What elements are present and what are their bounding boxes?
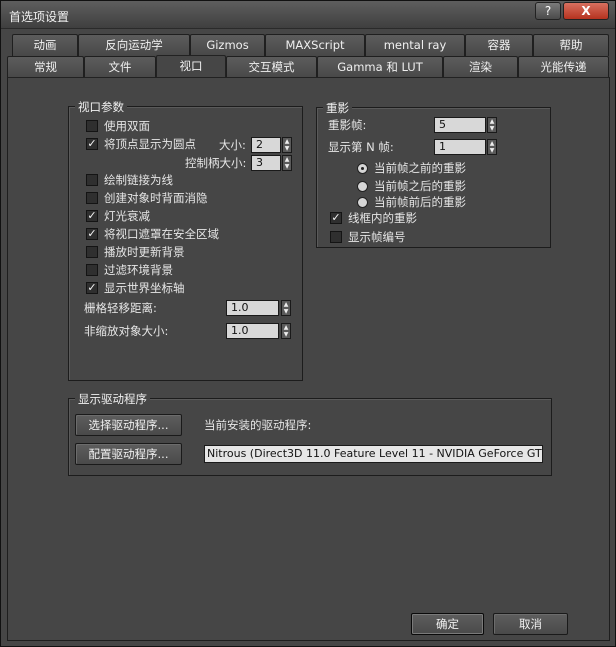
ghost-wireframe-checkbox[interactable]: ✓ [330,212,342,224]
size-input[interactable]: 2 [251,137,281,153]
configure-driver-button[interactable]: 配置驱动程序... [75,443,182,465]
grid-nudge-spinner-arrows[interactable]: ▲ ▼ [281,300,291,316]
ok-button[interactable]: 确定 [411,613,484,635]
nonscaling-size-spinner-arrows[interactable]: ▲ ▼ [281,323,291,339]
tab-animation[interactable]: 动画 [12,34,78,56]
current-driver-value: Nitrous (Direct3D 11.0 Feature Level 11 … [204,445,543,463]
draw-links-checkbox[interactable] [86,174,98,186]
mask-safe-region-checkbox[interactable]: ✓ [86,228,98,240]
grid-nudge-input[interactable]: 1.0 [226,300,279,316]
mask-safe-region-label: 将视口遮罩在安全区域 [104,227,219,241]
tab-viewports[interactable]: 视口 [156,55,226,79]
ghosting-title: 重影 [323,100,352,116]
display-world-axis-label: 显示世界坐标轴 [104,281,185,295]
window-title: 首选项设置 [9,10,70,24]
ghost-wireframe-label: 线框内的重影 [348,211,417,225]
display-driver-group: 显示驱动程序 选择驱动程序... 当前安装的驱动程序: 配置驱动程序... Ni… [68,391,552,476]
handle-size-label: 控制柄大小: [185,156,247,170]
use-dual-planes-label: 使用双面 [104,119,150,133]
attenuate-lights-label: 灯光衰减 [104,209,150,223]
grid-nudge-label: 栅格轻移距离: [84,301,157,315]
help-button[interactable]: ? [535,2,561,20]
radio-both-label: 当前帧前后的重影 [374,195,466,209]
draw-links-label: 绘制链接为线 [104,173,173,187]
radio-before-label: 当前帧之前的重影 [374,161,466,175]
radio-before[interactable] [357,163,368,174]
nonscaling-size-label: 非缩放对象大小: [84,324,169,338]
ghosting-group: 重影 重影帧: 5 ▲ ▼ 显示第 N 帧: 1 ▲ ▼ 当前帧之前的重影 当前帧之… [316,100,551,248]
nth-frame-label: 显示第 N 帧: [328,140,394,154]
tab-gizmos[interactable]: Gizmos [190,34,265,56]
tab-interaction-mode[interactable]: 交互模式 [226,56,317,78]
size-spinner-arrows[interactable]: ▲ ▼ [282,137,292,153]
filter-env-bg-checkbox[interactable] [86,264,98,276]
tab-maxscript[interactable]: MAXScript [265,34,365,56]
ghost-frames-spinner-arrows[interactable]: ▲ ▼ [487,117,497,133]
handle-size-spinner-arrows[interactable]: ▲ ▼ [282,155,292,171]
tab-inverse-kinematics[interactable]: 反向运动学 [78,34,190,56]
radio-both[interactable] [357,197,368,208]
tab-gamma-lut[interactable]: Gamma 和 LUT [317,56,443,78]
viewport-parameters-group: 视口参数 使用双面 ✓ 将顶点显示为圆点 大小: 2 ▲ ▼ 控制柄大小: 3 ▲… [68,99,303,381]
show-frame-numbers-checkbox[interactable] [330,231,342,243]
cancel-button[interactable]: 取消 [493,613,568,635]
nth-frame-spinner-arrows[interactable]: ▲ ▼ [487,139,497,155]
tab-rendering[interactable]: 渲染 [443,56,518,78]
tab-radiosity[interactable]: 光能传递 [518,56,609,78]
backface-cull-checkbox[interactable] [86,192,98,204]
ghost-frames-label: 重影帧: [328,118,367,132]
radio-after[interactable] [357,181,368,192]
show-vertices-dots-label: 将顶点显示为圆点 [104,137,196,151]
preferences-window: 首选项设置 ? X 动画 反向运动学 Gizmos MAXScript ment… [0,0,616,647]
tab-containers[interactable]: 容器 [465,34,533,56]
filter-env-bg-label: 过滤环境背景 [104,263,173,277]
size-label: 大小: [219,138,246,152]
update-bg-playback-label: 播放时更新背景 [104,245,185,259]
show-vertices-dots-checkbox[interactable]: ✓ [86,138,98,150]
nonscaling-size-input[interactable]: 1.0 [226,323,279,339]
tab-mental-ray[interactable]: mental ray [365,34,465,56]
display-world-axis-checkbox[interactable]: ✓ [86,282,98,294]
display-driver-title: 显示驱动程序 [75,391,150,407]
viewport-parameters-title: 视口参数 [75,99,127,115]
choose-driver-button[interactable]: 选择驱动程序... [75,414,182,436]
attenuate-lights-checkbox[interactable]: ✓ [86,210,98,222]
tab-general[interactable]: 常规 [7,56,84,78]
current-driver-label: 当前安装的驱动程序: [204,418,312,432]
radio-after-label: 当前帧之后的重影 [374,179,466,193]
handle-size-input[interactable]: 3 [251,155,281,171]
backface-cull-label: 创建对象时背面消隐 [104,191,208,205]
update-bg-playback-checkbox[interactable] [86,246,98,258]
tab-help[interactable]: 帮助 [533,34,609,56]
close-button[interactable]: X [563,2,609,20]
ghost-frames-input[interactable]: 5 [434,117,486,133]
title-bar[interactable]: 首选项设置 ? X [1,1,615,29]
nth-frame-input[interactable]: 1 [434,139,486,155]
show-frame-numbers-label: 显示帧编号 [348,230,406,244]
tab-files[interactable]: 文件 [84,56,156,78]
use-dual-planes-checkbox[interactable] [86,120,98,132]
